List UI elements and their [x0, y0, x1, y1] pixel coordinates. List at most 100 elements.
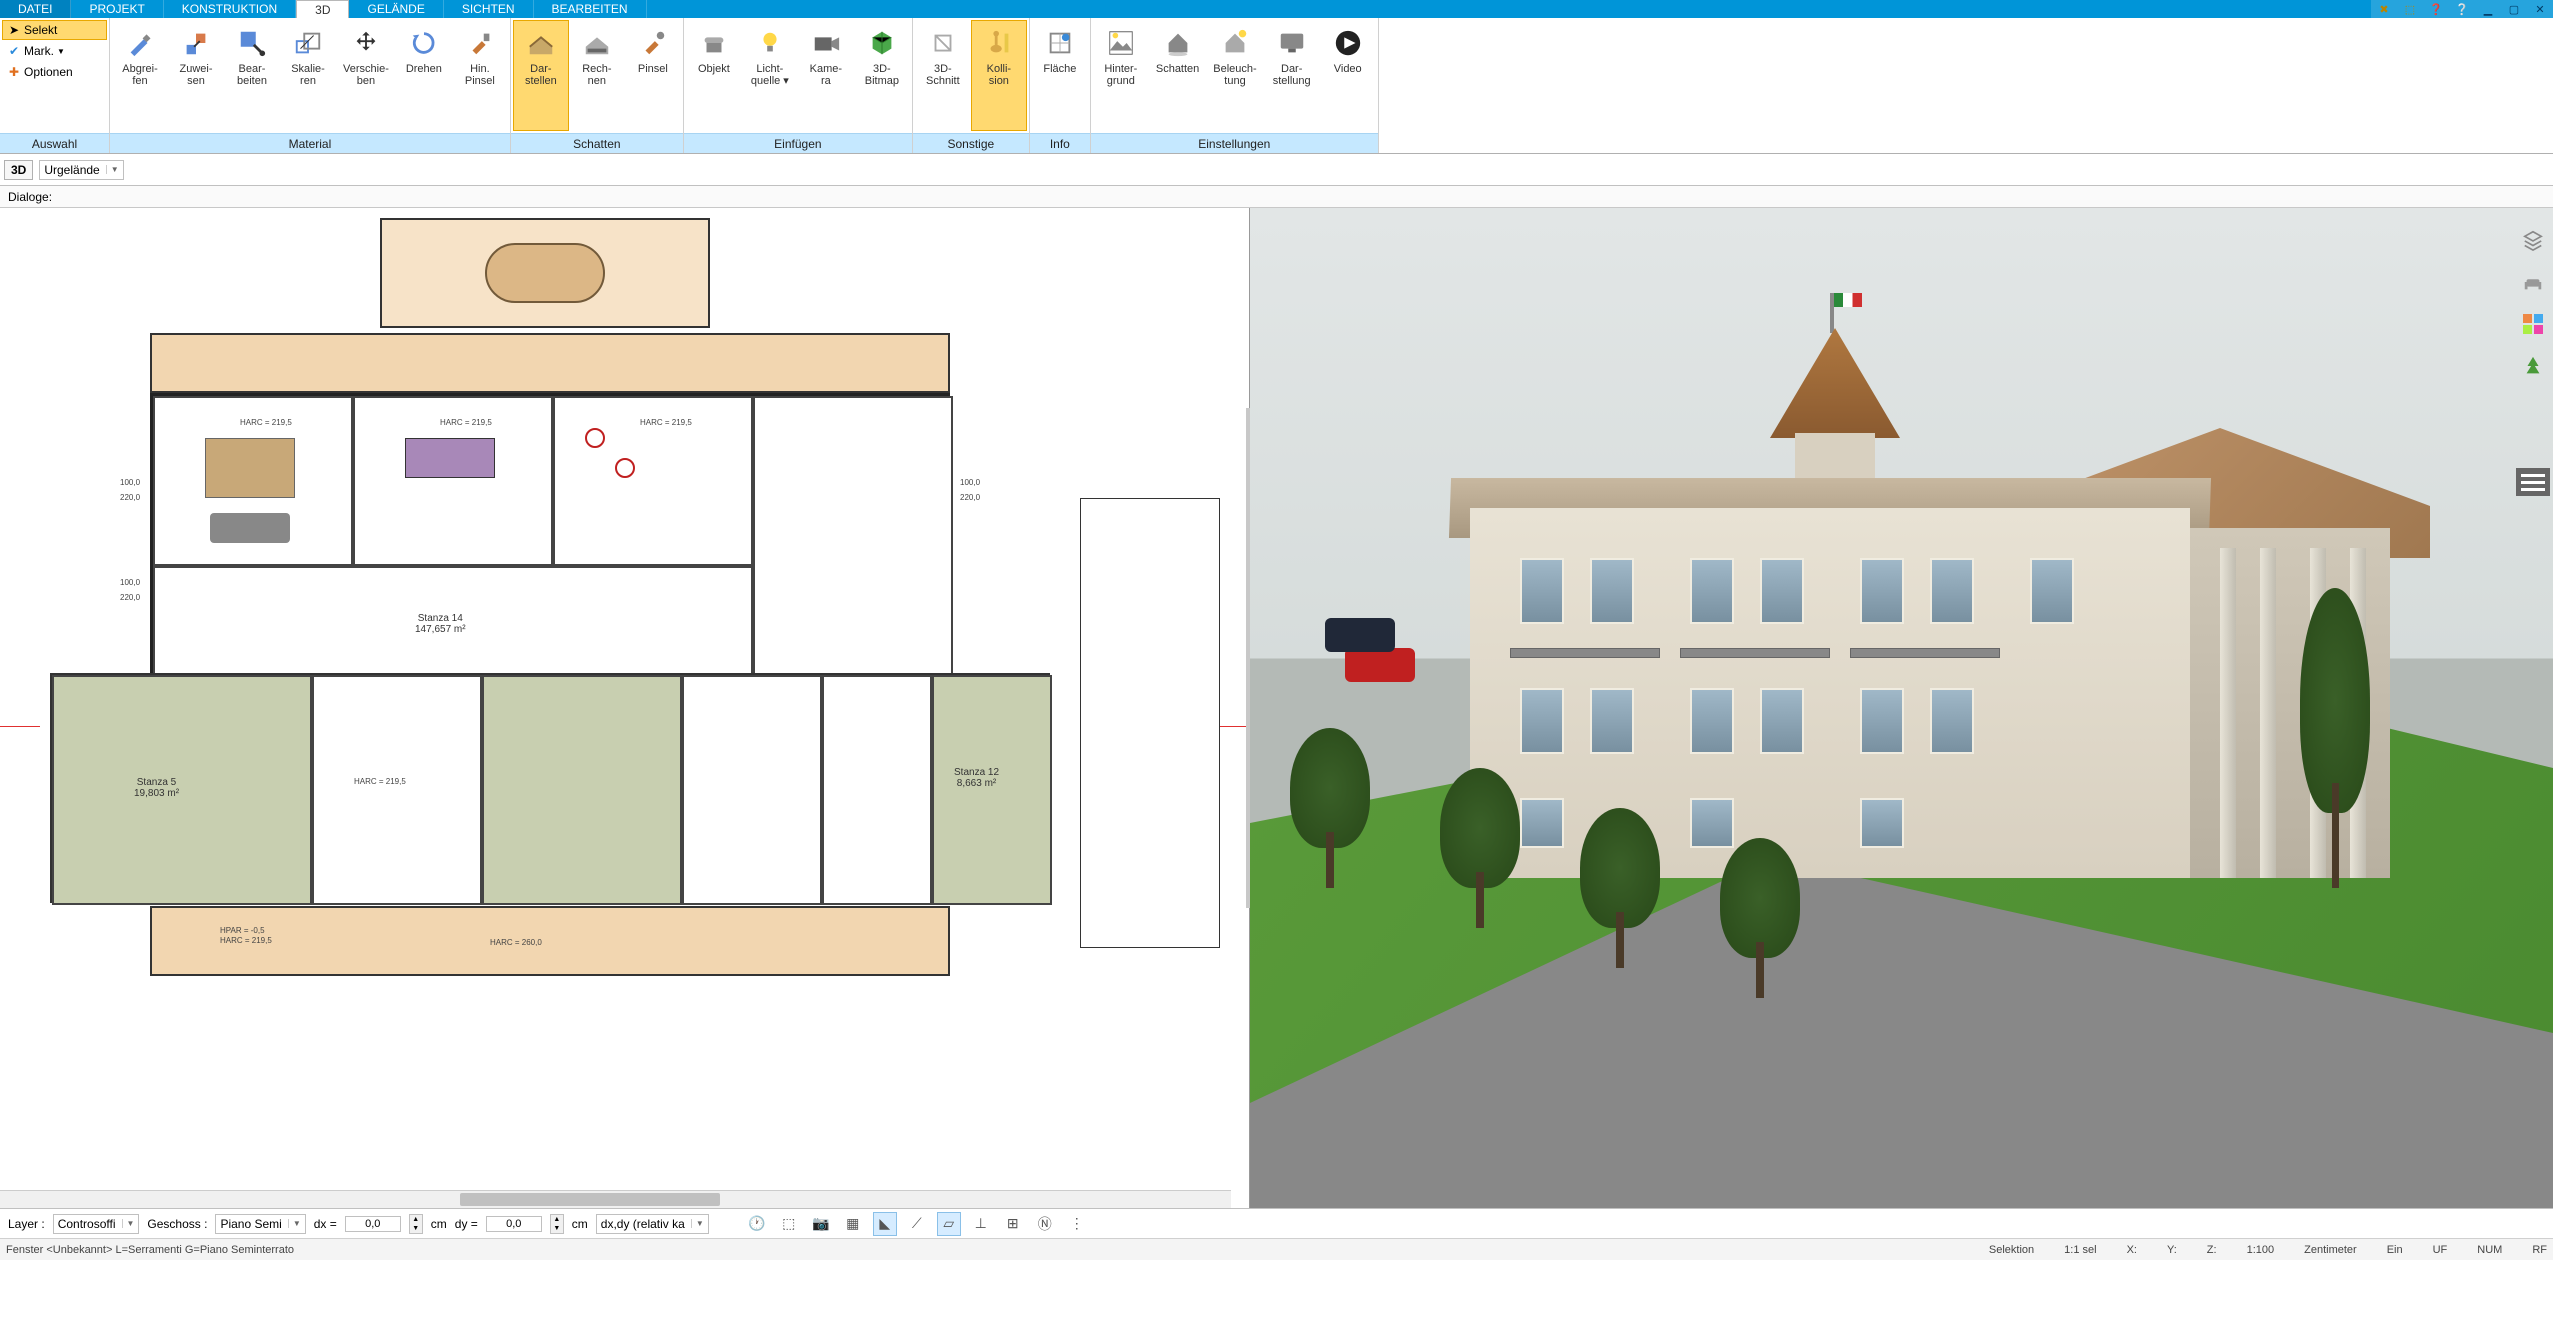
- camera-icon[interactable]: 📷: [809, 1212, 833, 1236]
- ribbon-group-material: Abgrei-fenZuwei-sen Bear-beiten Skalie-ren…: [110, 18, 511, 153]
- snap-face-icon[interactable]: ▱: [937, 1212, 961, 1236]
- geschoss-combo[interactable]: Piano Semi▼: [215, 1214, 305, 1234]
- floorplan-pane[interactable]: Stanza 14147,657 m² Stanza 519,803 m² HA…: [0, 208, 1250, 1208]
- ribbon-beleuchtung-button[interactable]: Beleuch-tung: [1206, 20, 1263, 131]
- scrollbar-thumb[interactable]: [460, 1193, 720, 1206]
- render-balcony: [1680, 648, 1830, 658]
- ribbon-item-label: Schatten: [1156, 63, 1199, 75]
- group-label-material: Material: [110, 133, 510, 153]
- room-l3: [482, 675, 682, 905]
- selection-icon[interactable]: ⬚: [777, 1212, 801, 1236]
- ribbon-kamera-button[interactable]: Kame-ra: [798, 20, 854, 131]
- schnitt3d-icon: [925, 25, 961, 61]
- dx-input[interactable]: [345, 1216, 401, 1232]
- ribbon-schatten2-button[interactable]: Schatten: [1149, 20, 1206, 131]
- dx-spinner[interactable]: ▲▼: [409, 1214, 423, 1234]
- render-tree: [2300, 588, 2370, 888]
- ribbon-hinpinsel-button[interactable]: Hin.Pinsel: [452, 20, 508, 131]
- ribbon-lichtquelle-button[interactable]: Licht-quelle ▾: [742, 20, 798, 131]
- clock-icon[interactable]: 🕐: [745, 1212, 769, 1236]
- room-l1: Stanza 519,803 m²: [52, 675, 312, 905]
- coord-mode-combo[interactable]: dx,dy (relativ ka▼: [596, 1214, 709, 1234]
- ribbon-item-label: Bear-beiten: [237, 63, 267, 87]
- render-house: [1390, 328, 2390, 878]
- selection-rectangle[interactable]: [1080, 498, 1220, 948]
- terrain-combo[interactable]: Urgelände▼: [39, 160, 123, 180]
- ribbon-flaeche-button[interactable]: Fläche: [1032, 20, 1088, 131]
- menu-datei[interactable]: DATEI: [0, 0, 71, 18]
- chevron-down-icon: ▼: [106, 165, 119, 174]
- selekt-button[interactable]: ➤Selekt: [2, 20, 107, 40]
- layer-combo[interactable]: Controsoffi▼: [53, 1214, 140, 1234]
- 3d-render-viewport[interactable]: [1250, 208, 2553, 1208]
- render-window: [1860, 798, 1904, 848]
- abgreifen-icon: [122, 25, 158, 61]
- ribbon-item-label: Dar-stellung: [1273, 63, 1311, 87]
- ribbon-skalieren-button[interactable]: Skalie-ren: [280, 20, 336, 131]
- ribbon-bearbeiten-button[interactable]: Bear-beiten: [224, 20, 280, 131]
- render-window: [1590, 558, 1634, 624]
- mark-button[interactable]: ✔Mark.▼: [2, 41, 107, 61]
- maximize-button[interactable]: ▢: [2501, 0, 2527, 18]
- ribbon-objekt-button[interactable]: Objekt: [686, 20, 742, 131]
- panel-toggle-icon[interactable]: [2516, 468, 2550, 496]
- tree-icon[interactable]: [2519, 352, 2547, 380]
- rechnen-icon: [579, 25, 615, 61]
- dim-label: 220,0: [120, 493, 140, 502]
- ribbon-darstellung-button[interactable]: Dar-stellung: [1264, 20, 1320, 131]
- render-pane[interactable]: [1250, 208, 2553, 1208]
- optionen-button[interactable]: ✚Optionen: [2, 62, 107, 82]
- snap-mid-icon[interactable]: ⟋: [905, 1212, 929, 1236]
- close-button[interactable]: ✕: [2527, 0, 2553, 18]
- color-palette-icon[interactable]: [2519, 310, 2547, 338]
- layers-icon[interactable]: [2519, 226, 2547, 254]
- menu-gelaende[interactable]: GELÄNDE: [349, 0, 443, 18]
- mode-3d-badge[interactable]: 3D: [4, 160, 33, 180]
- ribbon-kollision-button[interactable]: Kolli-sion: [971, 20, 1027, 131]
- ribbon-hintergrund-button[interactable]: Hinter-grund: [1093, 20, 1149, 131]
- grid-icon[interactable]: ⊞: [1001, 1212, 1025, 1236]
- ribbon-darstellen-button[interactable]: Dar-stellen: [513, 20, 569, 131]
- help-icon[interactable]: ❔: [2449, 0, 2475, 18]
- dining-table: [405, 438, 495, 478]
- menu-bearbeiten[interactable]: BEARBEITEN: [534, 0, 647, 18]
- ribbon-verschieben-button[interactable]: Verschie-ben: [336, 20, 396, 131]
- menu-sichten[interactable]: SICHTEN: [444, 0, 534, 18]
- ribbon-bitmap3d-button[interactable]: 3D-Bitmap: [854, 20, 910, 131]
- ribbon-video-button[interactable]: Video: [1320, 20, 1376, 131]
- north-icon[interactable]: Ⓝ: [1033, 1212, 1057, 1236]
- dim-label: HARC = 260,0: [490, 938, 542, 947]
- dim-label: 100,0: [960, 478, 980, 487]
- minimize-button[interactable]: ▁: [2475, 0, 2501, 18]
- dy-spinner[interactable]: ▲▼: [550, 1214, 564, 1234]
- menu-3d[interactable]: 3D: [296, 0, 349, 18]
- ribbon-item-label: Hinter-grund: [1104, 63, 1137, 87]
- snap-perp-icon[interactable]: ⊥: [969, 1212, 993, 1236]
- ribbon-schnitt3d-button[interactable]: 3D-Schnitt: [915, 20, 971, 131]
- ribbon-drehen-button[interactable]: Drehen: [396, 20, 452, 131]
- render-tree: [1290, 728, 1370, 888]
- layers-small-icon[interactable]: ▦: [841, 1212, 865, 1236]
- tool-icon-1[interactable]: ✖: [2371, 0, 2397, 18]
- ribbon-abgreifen-button[interactable]: Abgrei-fen: [112, 20, 168, 131]
- room-l4: [682, 675, 822, 905]
- tool-icon-2[interactable]: ⬚: [2397, 0, 2423, 18]
- dy-label: dy =: [455, 1217, 478, 1231]
- darstellen-icon: [523, 25, 559, 61]
- workspace: Stanza 14147,657 m² Stanza 519,803 m² HA…: [0, 208, 2553, 1208]
- snap-endpoint-icon[interactable]: ◣: [873, 1212, 897, 1236]
- furniture-icon[interactable]: [2519, 268, 2547, 296]
- hintergrund-icon: [1103, 25, 1139, 61]
- ribbon-group-einstellungen: Hinter-grund Schatten Beleuch-tung Dar-stel…: [1091, 18, 1379, 153]
- horizontal-scrollbar[interactable]: [0, 1190, 1231, 1208]
- more-icon[interactable]: ⋮: [1065, 1212, 1089, 1236]
- sofa: [210, 513, 290, 543]
- menu-projekt[interactable]: PROJEKT: [71, 0, 163, 18]
- ribbon-rechnen-button[interactable]: Rech-nen: [569, 20, 625, 131]
- dy-input[interactable]: [486, 1216, 542, 1232]
- menu-konstruktion[interactable]: KONSTRUKTION: [164, 0, 296, 18]
- tool-icon-3[interactable]: ❓: [2423, 0, 2449, 18]
- ribbon-group-einfuegen: ObjektLicht-quelle ▾Kame-ra3D-Bitmap Ein…: [684, 18, 913, 153]
- ribbon-pinsel-button[interactable]: Pinsel: [625, 20, 681, 131]
- ribbon-zuweisen-button[interactable]: Zuwei-sen: [168, 20, 224, 131]
